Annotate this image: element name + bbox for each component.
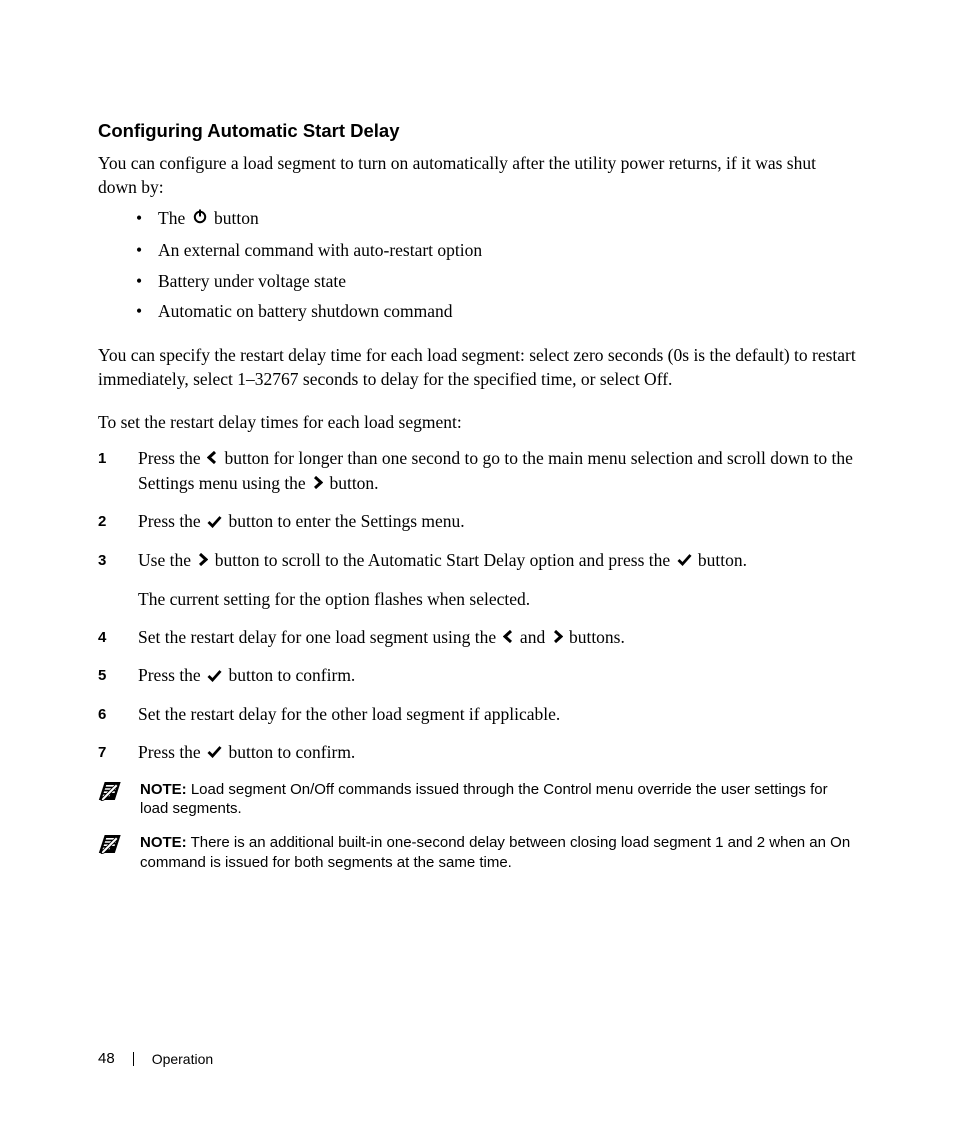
note-body: Load segment On/Off commands issued thro… [140, 781, 828, 818]
step-text: Press the [138, 511, 205, 531]
step-item: 1 Press the button for longer than one s… [98, 447, 859, 497]
step-list: 1 Press the button for longer than one s… [98, 447, 859, 766]
step-text: button for longer than one second to go … [138, 448, 853, 493]
step-item: 6 Set the restart delay for the other lo… [98, 703, 859, 727]
bullet-text-pre: The [158, 208, 190, 228]
bullet-item: Battery under voltage state [116, 270, 859, 294]
section-heading: Configuring Automatic Start Delay [98, 120, 859, 142]
step-text: Press the [138, 448, 205, 468]
step-text: Press the [138, 742, 205, 762]
step-number: 6 [98, 705, 124, 725]
check-icon [207, 741, 222, 765]
step-text: Set the restart delay for the other load… [138, 704, 560, 724]
check-icon [207, 665, 222, 689]
step-text: buttons. [565, 627, 625, 647]
step-number: 3 [98, 551, 124, 571]
check-icon [677, 549, 692, 573]
step-text: button. [325, 473, 378, 493]
step-text: Set the restart delay for one load segme… [138, 627, 501, 647]
step-text: button to enter the Settings menu. [224, 511, 465, 531]
page-footer: 48 Operation [98, 1050, 213, 1067]
step-text: button to confirm. [224, 742, 355, 762]
step-number: 1 [98, 449, 124, 469]
power-icon [192, 207, 208, 231]
body-paragraph: To set the restart delay times for each … [98, 411, 859, 435]
chapter-name: Operation [152, 1051, 213, 1067]
step-number: 2 [98, 512, 124, 532]
chevron-left-icon [207, 447, 218, 471]
bullet-item: Automatic on battery shutdown command [116, 300, 859, 324]
step-subtext: The current setting for the option flash… [138, 588, 859, 612]
step-text: Press the [138, 665, 205, 685]
chevron-right-icon [552, 626, 563, 650]
step-item: 7 Press the button to confirm. [98, 741, 859, 766]
note-icon [98, 834, 122, 859]
bullet-item: An external command with auto-restart op… [116, 239, 859, 263]
chevron-left-icon [503, 626, 514, 650]
note-label: NOTE: [140, 781, 187, 798]
bullet-text-post: button [214, 208, 259, 228]
step-text: and [516, 627, 550, 647]
note-label: NOTE: [140, 834, 187, 851]
step-number: 4 [98, 628, 124, 648]
step-number: 7 [98, 743, 124, 763]
bullet-item: The button [116, 207, 859, 232]
note-text: NOTE: Load segment On/Off commands issue… [140, 780, 859, 820]
check-icon [207, 511, 222, 535]
step-text: Use the [138, 550, 195, 570]
page-number: 48 [98, 1050, 115, 1067]
step-item: 5 Press the button to confirm. [98, 664, 859, 689]
body-paragraph: You can specify the restart delay time f… [98, 344, 859, 391]
step-text: button. [694, 550, 747, 570]
step-number: 5 [98, 666, 124, 686]
step-item: 3 Use the button to scroll to the Automa… [98, 549, 859, 611]
note-body: There is an additional built-in one-seco… [140, 834, 850, 871]
footer-separator [133, 1052, 134, 1066]
chevron-right-icon [197, 549, 208, 573]
step-text: button to scroll to the Automatic Start … [210, 550, 674, 570]
chevron-right-icon [312, 472, 323, 496]
note-block: NOTE: There is an additional built-in on… [98, 833, 859, 873]
note-block: NOTE: Load segment On/Off commands issue… [98, 780, 859, 820]
step-text: button to confirm. [224, 665, 355, 685]
bullet-list: The button An external command with auto… [98, 207, 859, 324]
step-item: 2 Press the button to enter the Settings… [98, 510, 859, 535]
note-text: NOTE: There is an additional built-in on… [140, 833, 859, 873]
intro-paragraph: You can configure a load segment to turn… [98, 152, 859, 199]
note-icon [98, 781, 122, 806]
step-item: 4 Set the restart delay for one load seg… [98, 626, 859, 651]
